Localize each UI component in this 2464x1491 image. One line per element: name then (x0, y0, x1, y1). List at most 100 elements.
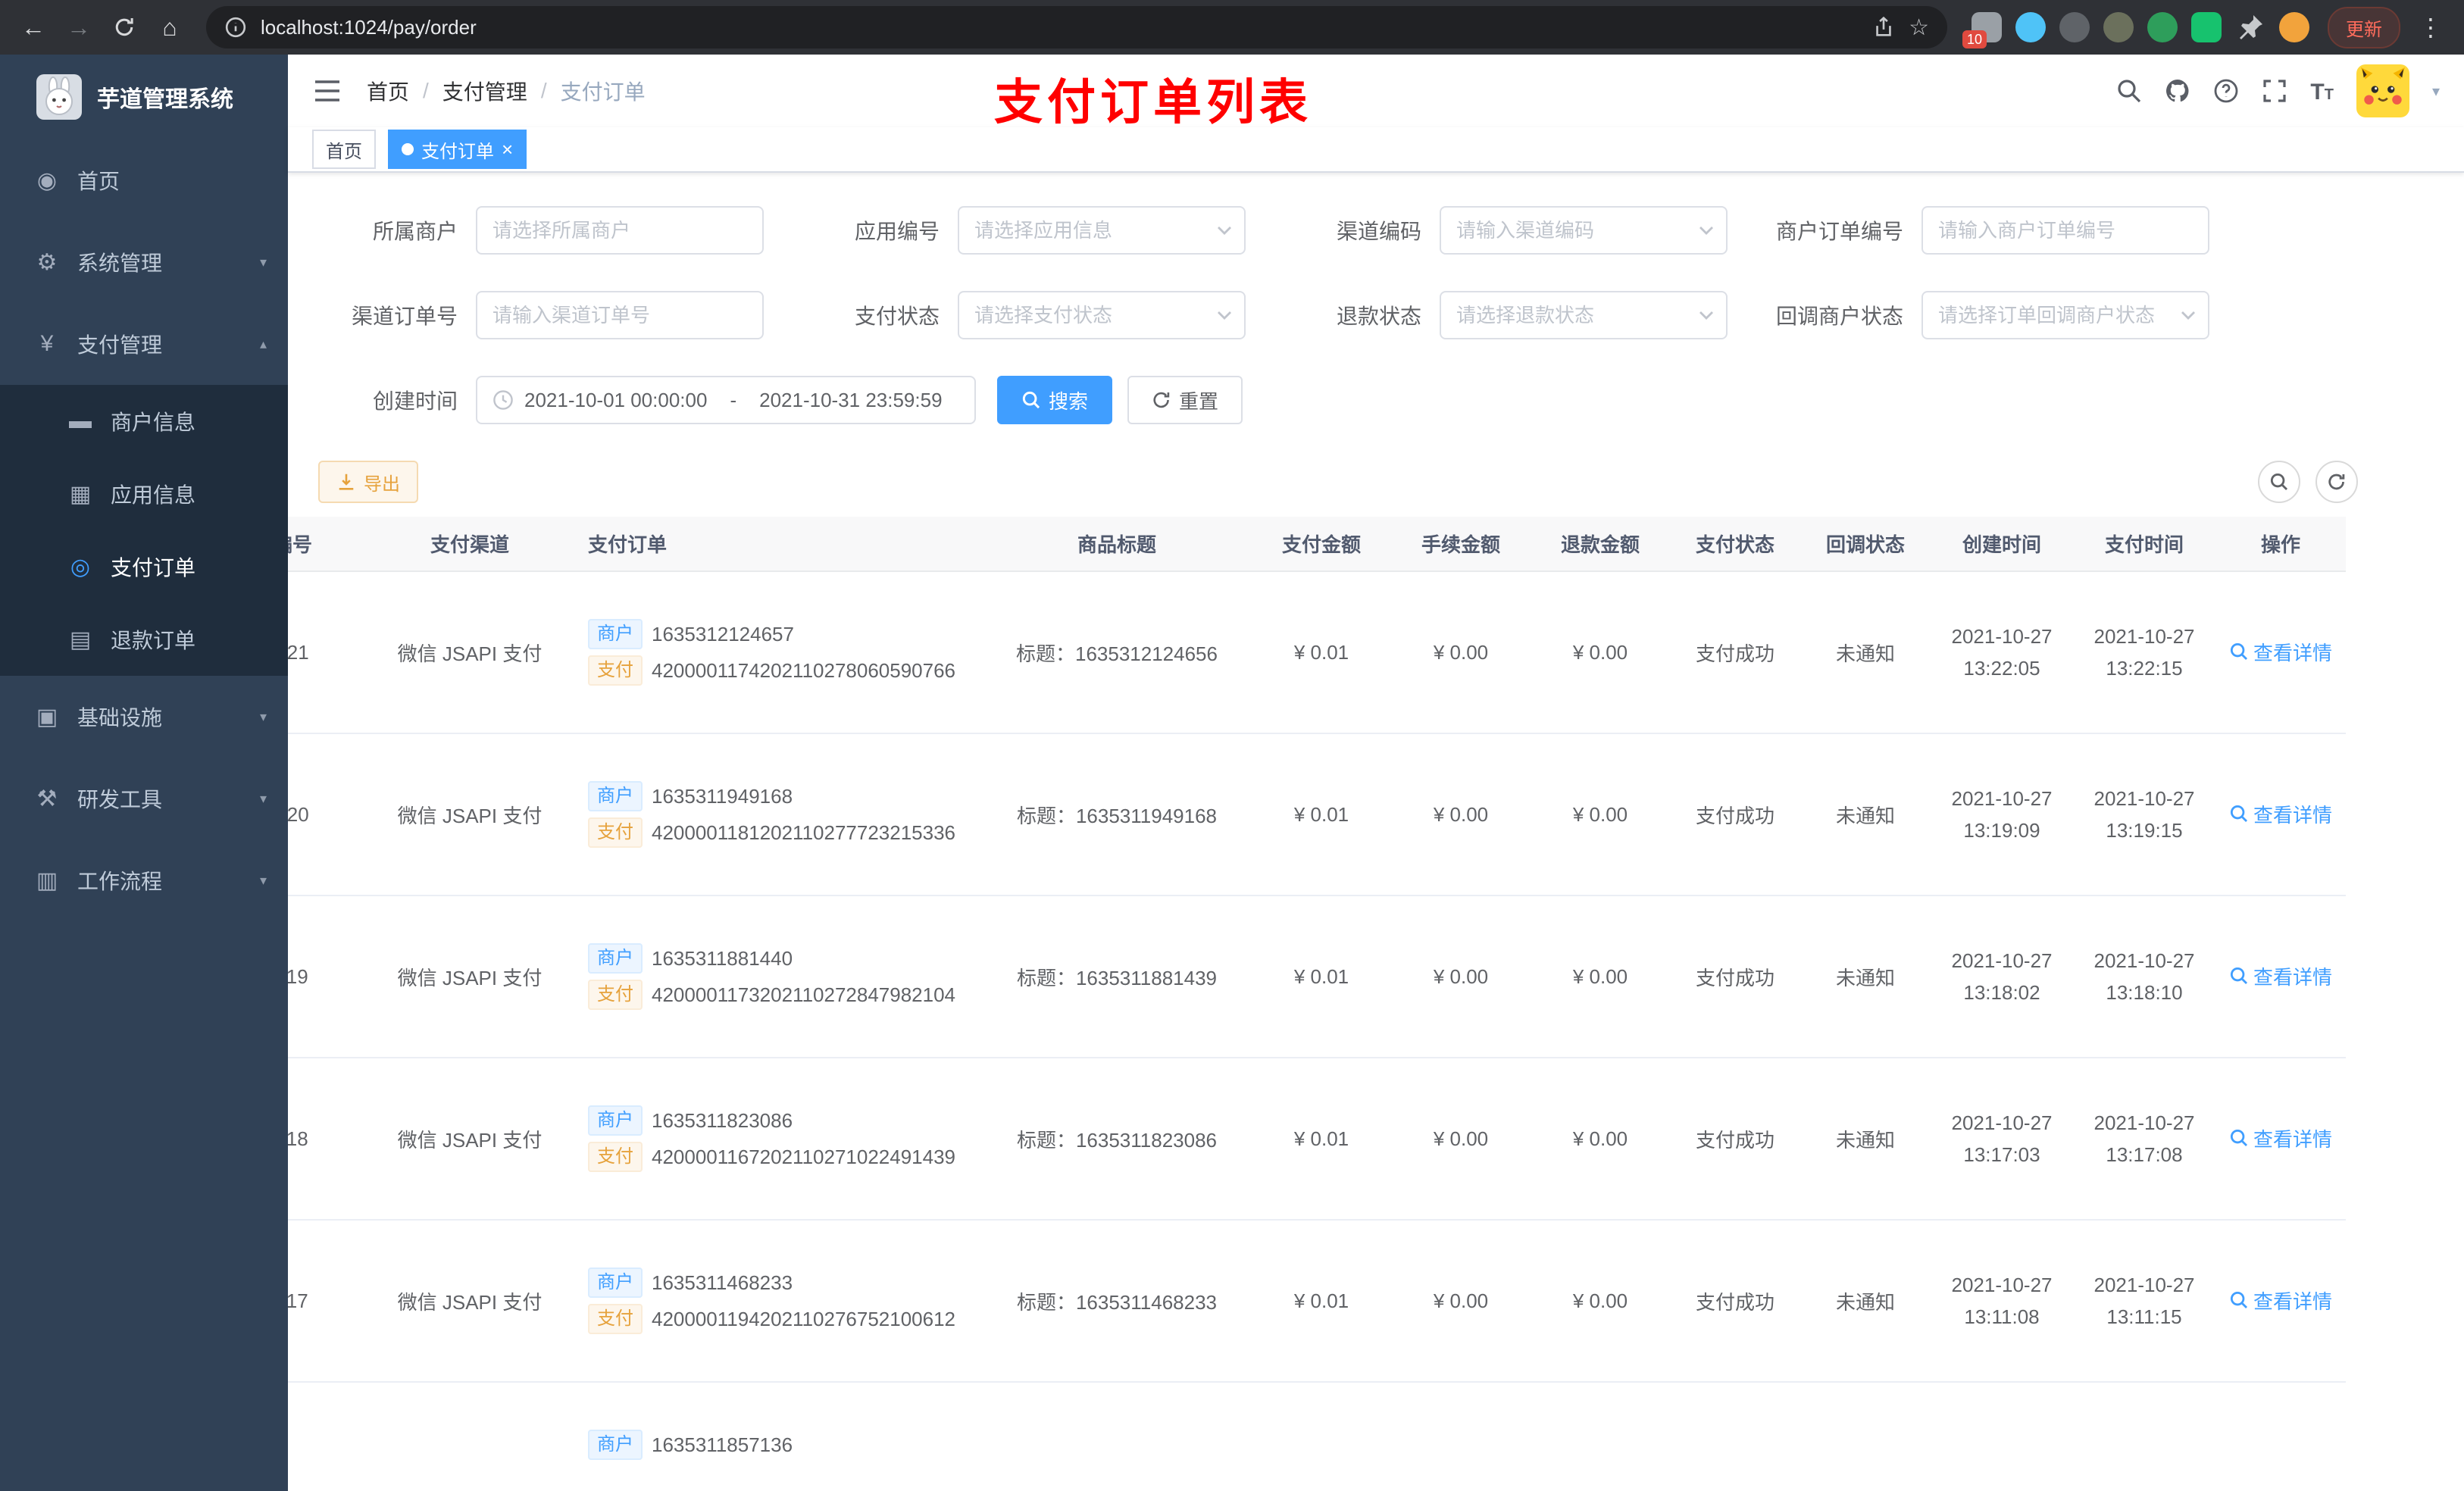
sidebar-item-pay-order[interactable]: ◎ 支付订单 (0, 530, 288, 603)
browser-menu-icon[interactable]: ⋮ (2409, 6, 2452, 48)
cell-amount: ¥ 0.01 (1252, 733, 1391, 896)
sidebar-item-payment[interactable]: ¥ 支付管理 ▴ (0, 303, 288, 385)
col-header-order: 支付订单 (588, 517, 982, 572)
back-icon[interactable]: ← (12, 6, 55, 48)
sidebar-item-refund-order[interactable]: ▤ 退款订单 (0, 603, 288, 676)
extension-green-circle-icon[interactable] (2147, 12, 2178, 42)
cell-status: 支付成功 (1670, 1220, 1800, 1383)
extension-gray-icon[interactable] (2059, 12, 2090, 42)
update-chip[interactable]: 更新 (2328, 6, 2400, 48)
notify-status-select[interactable] (1921, 291, 2209, 339)
bookmark-star-icon[interactable]: ☆ (1909, 14, 1929, 41)
table-row[interactable]: 119 微信 JSAPI 支付 商户 1635311881440 支付 4200… (288, 896, 2346, 1058)
extension-orange-icon[interactable] (2279, 12, 2309, 42)
reset-button[interactable]: 重置 (1127, 376, 1243, 424)
chevron-up-icon: ▴ (259, 336, 267, 352)
chevron-down-icon[interactable]: ▾ (2432, 82, 2440, 101)
cell-channel: 微信 JSAPI 支付 (352, 1058, 588, 1221)
extension-olive-icon[interactable] (2103, 12, 2134, 42)
breadcrumb-section[interactable]: 支付管理 (442, 76, 527, 106)
date-range-input[interactable]: 2021-10-01 00:00:00 - 2021-10-31 23:59:5… (476, 376, 976, 424)
site-info-icon[interactable] (224, 16, 247, 39)
cell-fee: ¥ 0.00 (1391, 733, 1531, 896)
avatar[interactable] (2356, 64, 2409, 117)
cell-paid-time: 2021-10-27 13:18:10 (2073, 896, 2215, 1058)
extension-blue-icon[interactable] (2015, 12, 2046, 42)
sidebar-toggle-icon[interactable] (312, 76, 342, 106)
workflow-icon: ▥ (36, 867, 58, 893)
font-size-icon[interactable]: TT (2310, 77, 2334, 105)
refund-status-select[interactable] (1440, 291, 1728, 339)
page-content: 所属商户 应用编号 渠道编码 商户订单编号 (288, 173, 2464, 1491)
view-detail-link[interactable]: 查看详情 (2229, 962, 2332, 990)
cell-channel: 微信 JSAPI 支付 (352, 1220, 588, 1383)
channel-code-select[interactable] (1440, 206, 1728, 255)
col-header-id: 编号 (288, 517, 352, 572)
server-icon: ▣ (36, 704, 58, 730)
cell-title: 标题：1635311823086 (982, 1058, 1252, 1221)
cell-actions: 查看详情 (2215, 1058, 2346, 1221)
cell-refund: ¥ 0.00 (1531, 896, 1670, 1058)
cell-created-time (1931, 1382, 2073, 1491)
tab-home[interactable]: 首页 (312, 130, 376, 169)
reload-icon[interactable] (103, 6, 145, 48)
export-button[interactable]: 导出 (318, 461, 418, 503)
close-icon[interactable]: × (502, 139, 513, 159)
help-icon[interactable] (2213, 78, 2239, 104)
app-select[interactable] (958, 206, 1246, 255)
cell-order: 商户 1635311949168 支付 42000011812021102777… (588, 733, 982, 896)
cell-paid-time: 2021-10-27 13:17:08 (2073, 1058, 2215, 1221)
toggle-search-button[interactable] (2258, 461, 2300, 503)
sidebar-item-dev-tools[interactable]: ⚒ 研发工具 ▾ (0, 758, 288, 839)
view-detail-link[interactable]: 查看详情 (2229, 800, 2332, 828)
pin-icon[interactable] (2235, 12, 2265, 42)
table-row[interactable]: 117 微信 JSAPI 支付 商户 1635311468233 支付 4200… (288, 1220, 2346, 1383)
search-button[interactable]: 搜索 (997, 376, 1113, 424)
cell-order: 商户 1635312124657 支付 42000011742021102780… (588, 571, 982, 734)
table-row[interactable]: 118 微信 JSAPI 支付 商户 1635311823086 支付 4200… (288, 1058, 2346, 1221)
share-icon[interactable] (1872, 16, 1895, 39)
table-row[interactable]: 121 微信 JSAPI 支付 商户 1635312124657 支付 4200… (288, 571, 2346, 734)
orders-table: 编号 支付渠道 支付订单 商品标题 支付金额 手续金额 退款金额 支付状态 回调… (288, 517, 2346, 1491)
sidebar-item-system[interactable]: ⚙ 系统管理 ▾ (0, 221, 288, 303)
sidebar-item-app-info[interactable]: ▦ 应用信息 (0, 458, 288, 530)
cell-amount: ¥ 0.01 (1252, 1220, 1391, 1383)
search-icon[interactable] (2116, 78, 2142, 104)
extension-green-square-icon[interactable] (2191, 12, 2222, 42)
forward-icon[interactable]: → (58, 6, 100, 48)
tools-icon: ⚒ (36, 786, 58, 811)
github-icon[interactable] (2165, 78, 2190, 104)
breadcrumb-home[interactable]: 首页 (367, 76, 409, 106)
channel-order-no-input[interactable] (476, 291, 764, 339)
sidebar-item-merchant-info[interactable]: ▬ 商户信息 (0, 385, 288, 458)
tab-pay-order[interactable]: 支付订单 × (388, 130, 527, 169)
sidebar: 芋道管理系统 ◉ 首页 ⚙ 系统管理 ▾ ¥ 支付管理 ▴ ▬ 商户信息 ▦ 应… (0, 55, 288, 1491)
view-detail-link[interactable]: 查看详情 (2229, 1124, 2332, 1152)
filter-label: 创建时间 (372, 389, 458, 413)
cell-id (288, 1382, 352, 1491)
sidebar-item-home[interactable]: ◉ 首页 (0, 139, 288, 221)
merchant-order-no: 1635311949168 (652, 784, 793, 808)
address-bar[interactable]: localhost:1024/pay/order ☆ (206, 6, 1947, 48)
orders-table-wrap: 编号 支付渠道 支付订单 商品标题 支付金额 手续金额 退款金额 支付状态 回调… (288, 517, 2464, 1491)
merchant-input[interactable] (476, 206, 764, 255)
refresh-table-button[interactable] (2315, 461, 2358, 503)
card-icon: ▬ (69, 408, 92, 433)
cell-paid-time: 2021-10-27 13:11:15 (2073, 1220, 2215, 1383)
pay-tag: 支付 (588, 1304, 643, 1334)
sidebar-item-workflow[interactable]: ▥ 工作流程 ▾ (0, 839, 288, 921)
merchant-order-no-input[interactable] (1921, 206, 2209, 255)
table-row[interactable]: 120 微信 JSAPI 支付 商户 1635311949168 支付 4200… (288, 733, 2346, 896)
cell-fee: ¥ 0.00 (1391, 1058, 1531, 1221)
cell-refund: ¥ 0.00 (1531, 1058, 1670, 1221)
pay-status-select[interactable] (958, 291, 1246, 339)
home-icon[interactable]: ⌂ (149, 6, 191, 48)
view-detail-link[interactable]: 查看详情 (2229, 1286, 2332, 1314)
extension-puzzle-icon[interactable]: 10 (1962, 12, 2002, 48)
view-detail-link[interactable]: 查看详情 (2229, 638, 2332, 666)
table-row[interactable]: 商户 1635311857136 (288, 1382, 2346, 1491)
fullscreen-icon[interactable] (2262, 78, 2287, 104)
cell-order: 商户 1635311823086 支付 42000011672021102710… (588, 1058, 982, 1221)
col-header-amount: 支付金额 (1252, 517, 1391, 572)
sidebar-item-infrastructure[interactable]: ▣ 基础设施 ▾ (0, 676, 288, 758)
